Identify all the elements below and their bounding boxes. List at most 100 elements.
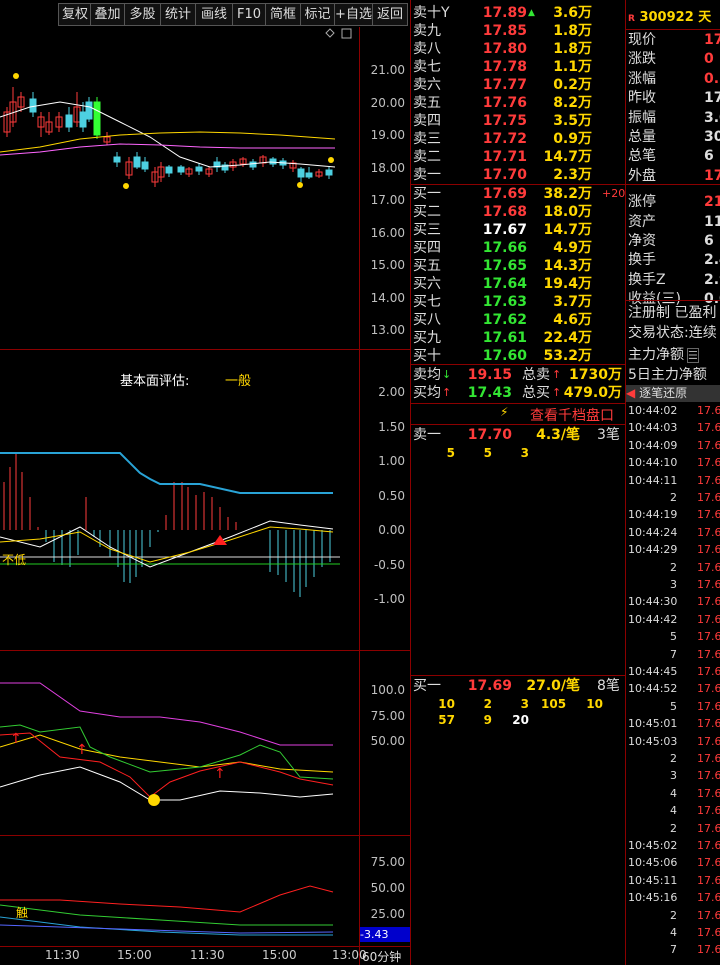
tick-time: 10:44:45 bbox=[628, 665, 678, 678]
ob-price: 17.68 bbox=[482, 204, 527, 220]
collapse-icon: ◀ bbox=[626, 386, 636, 400]
time-label: 11:30 bbox=[190, 948, 225, 962]
ob-row: 卖五 17.76 8.2万 bbox=[412, 94, 624, 112]
toolbar-button[interactable]: 画线 bbox=[195, 3, 233, 26]
queue-label: 买一 bbox=[413, 678, 441, 694]
ob-sep-2 bbox=[410, 364, 625, 365]
quote-sep-2 bbox=[625, 184, 720, 185]
tick-price: 17.6 bbox=[697, 525, 720, 539]
tick-time: 10:45:06 bbox=[628, 856, 678, 870]
toolbar-button[interactable]: 复权 bbox=[58, 3, 92, 26]
ma-line-white bbox=[0, 101, 336, 168]
ob-label: 买三 bbox=[413, 222, 441, 238]
trade-status: 交易状态:连续 bbox=[628, 325, 717, 341]
marker-dot bbox=[328, 157, 334, 163]
toolbar-button[interactable]: 返回 bbox=[372, 3, 408, 26]
ob-price: 17.76 bbox=[482, 95, 527, 111]
main-net-label: 主力净额 bbox=[628, 347, 684, 363]
ob-volume: 4.6万 bbox=[553, 312, 592, 328]
tick-price: 17.6 bbox=[697, 682, 720, 696]
tick-price: 17.6 bbox=[697, 595, 720, 609]
toolbar-button[interactable]: +自选 bbox=[334, 3, 373, 26]
candle-body bbox=[177, 166, 185, 173]
avg-label: 卖均 bbox=[413, 367, 441, 383]
panel-divider-2 bbox=[625, 0, 626, 965]
macd-up-triangle bbox=[213, 535, 227, 545]
lightning-icon: ⚡ bbox=[500, 405, 509, 419]
ob-price: 17.62 bbox=[482, 312, 527, 328]
ob-volume: 14.3万 bbox=[543, 258, 592, 274]
ob-row: 卖七 17.78 1.1万 bbox=[412, 58, 624, 76]
view-qian-link[interactable]: 查看千档盘口 bbox=[530, 405, 614, 425]
axis-label: -1.00 bbox=[373, 592, 405, 606]
ob-label: 买六 bbox=[413, 276, 441, 292]
tick-count: 4 bbox=[670, 804, 677, 818]
quote-label: 外盘 bbox=[628, 167, 656, 184]
axis-label: 16.00 bbox=[370, 225, 405, 240]
queue-item: 3 bbox=[520, 446, 529, 460]
queue-item: 10 bbox=[586, 697, 603, 711]
candle-body bbox=[249, 161, 257, 168]
corner-square bbox=[341, 28, 352, 39]
toolbar-button[interactable]: 简框 bbox=[265, 3, 301, 26]
quote-label: 涨幅 bbox=[628, 70, 656, 87]
quote-label: 涨停 bbox=[628, 194, 656, 211]
quote-value: 6 bbox=[704, 148, 714, 165]
candle-body bbox=[93, 101, 101, 136]
tick-price: 17.6 bbox=[697, 647, 720, 661]
ob-label: 卖六 bbox=[413, 77, 441, 93]
tick-price: 17.6 bbox=[697, 456, 720, 470]
quote-label: 总量 bbox=[628, 129, 656, 145]
stock-code: 300922 bbox=[639, 10, 694, 25]
up-arrow-icon: ▲ bbox=[528, 8, 535, 18]
tick-title: 逐笔还原 bbox=[639, 386, 688, 400]
tick-price: 17.6 bbox=[697, 665, 720, 678]
ob-volume: 14.7万 bbox=[543, 149, 592, 165]
tick-time: 10:44:10 bbox=[628, 456, 678, 470]
tick-price: 17.6 bbox=[697, 491, 720, 504]
ob-label: 卖一 bbox=[413, 167, 441, 183]
quote-row: 外盘 17 bbox=[628, 167, 720, 186]
time-label: 11:30 bbox=[45, 948, 80, 962]
toolbar-button[interactable]: F10 bbox=[232, 3, 266, 26]
tick-price: 17.6 bbox=[697, 578, 720, 591]
queue-label: 卖一 bbox=[413, 427, 441, 443]
queue-head: 卖一 17.70 4.3/笔 3笔 bbox=[412, 426, 624, 444]
rong-icon: R bbox=[628, 14, 635, 24]
axis-label: 2.00 bbox=[378, 385, 405, 399]
ob-row: 卖二 17.71 14.7万 bbox=[412, 148, 624, 166]
tick-count: 2 bbox=[670, 908, 677, 922]
period-selector[interactable]: 60分钟 bbox=[362, 948, 401, 965]
tick-count: 5 bbox=[670, 630, 677, 644]
candle-body bbox=[79, 111, 87, 128]
queue-item: 10 bbox=[438, 697, 455, 711]
down-arrow-icon: ↓ bbox=[442, 368, 452, 381]
ob-volume: 3.6万 bbox=[553, 5, 592, 21]
queue-item: 57 bbox=[438, 713, 455, 727]
ob-row: 卖八 17.80 1.8万 bbox=[412, 40, 624, 58]
ob-price: 17.77 bbox=[482, 77, 527, 93]
toolbar-button[interactable]: 标记 bbox=[300, 3, 335, 26]
axis-label: 0.50 bbox=[378, 488, 405, 503]
ob-volume: 1.8万 bbox=[553, 23, 592, 39]
quote-value: 0.1 bbox=[704, 70, 720, 87]
corner-diamond bbox=[325, 28, 335, 38]
quote-label: 总笔 bbox=[628, 148, 656, 165]
toolbar-button[interactable]: 叠加 bbox=[90, 3, 125, 26]
toolbar-button[interactable]: 统计 bbox=[160, 3, 196, 26]
quote-row: 现价 17 bbox=[628, 31, 720, 50]
axis-label: 19.00 bbox=[370, 128, 405, 142]
marker-dot bbox=[13, 73, 19, 79]
quote-value: 17 bbox=[704, 167, 720, 184]
ob-label: 卖八 bbox=[413, 41, 441, 57]
tick-price: 17.6 bbox=[697, 856, 720, 870]
toolbar-button[interactable]: 多股 bbox=[124, 3, 161, 26]
menu-icon[interactable]: ☰ bbox=[687, 348, 699, 363]
queue-item: 3 bbox=[520, 697, 529, 711]
ob-price: 17.60 bbox=[482, 348, 527, 364]
queue-vol: 27.0/笔 bbox=[526, 678, 580, 694]
time-label: 15:00 bbox=[262, 948, 297, 962]
tick-title-bar[interactable]: ◀ 逐笔还原 bbox=[626, 385, 720, 402]
quote-value: 11.0 bbox=[704, 213, 720, 230]
ob-price: 17.63 bbox=[482, 294, 527, 310]
